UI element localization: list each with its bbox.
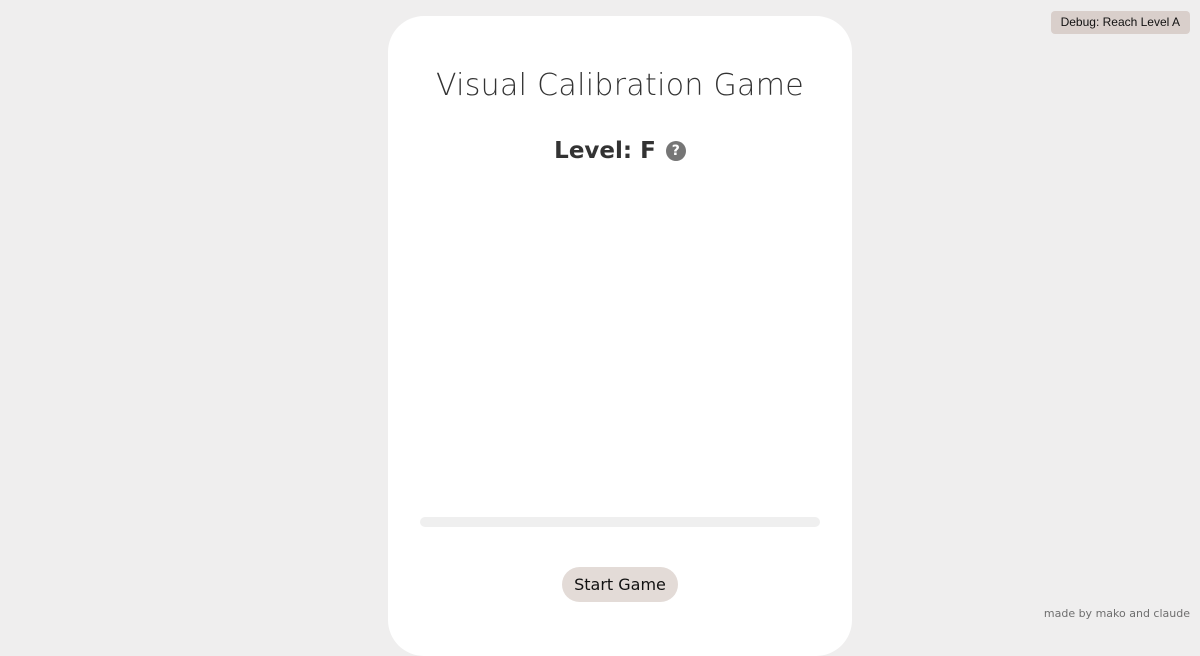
- level-label: Level: F: [554, 138, 656, 164]
- game-title: Visual Calibration Game: [388, 68, 852, 103]
- game-card: Visual Calibration Game Level: F ? Start…: [388, 16, 852, 656]
- progress-bar: [420, 517, 820, 527]
- debug-reach-level-a-button[interactable]: Debug: Reach Level A: [1051, 11, 1190, 34]
- start-game-button[interactable]: Start Game: [562, 567, 678, 602]
- question-circle-icon[interactable]: ?: [666, 141, 686, 161]
- level-indicator: Level: F ?: [388, 138, 852, 164]
- game-area: [420, 196, 820, 496]
- credits-text: made by mako and claude: [1044, 607, 1190, 620]
